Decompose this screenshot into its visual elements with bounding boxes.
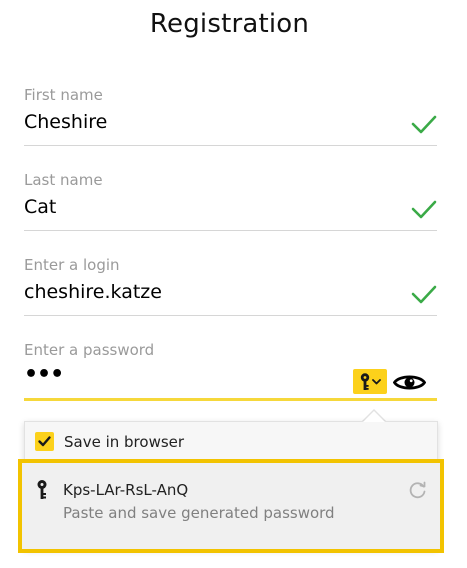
save-in-browser-checkbox[interactable]: [35, 432, 54, 451]
last-name-underline: [24, 230, 437, 231]
login-field[interactable]: Enter a login cheshire.katze: [24, 256, 437, 318]
save-in-browser-row[interactable]: Save in browser: [25, 422, 437, 461]
check-icon: [411, 200, 437, 219]
popup-arrow-fill: [363, 411, 385, 422]
last-name-label: Last name: [24, 171, 103, 189]
password-field[interactable]: Enter a password •••: [24, 341, 437, 403]
first-name-field[interactable]: First name Cheshire: [24, 86, 437, 148]
check-icon: [411, 285, 437, 304]
login-underline: [24, 315, 437, 316]
first-name-label: First name: [24, 86, 103, 104]
refresh-icon[interactable]: [408, 480, 428, 500]
login-label: Enter a login: [24, 256, 120, 274]
key-icon: [37, 480, 47, 499]
key-dropdown-icon: [360, 373, 381, 390]
first-name-underline: [24, 145, 437, 146]
generated-password-text: Kps-LAr-RsL-AnQ: [63, 481, 189, 499]
checkmark-icon: [38, 436, 51, 447]
password-underline-focused: [24, 398, 437, 401]
eye-icon[interactable]: [393, 372, 426, 393]
password-label: Enter a password: [24, 341, 155, 359]
password-input[interactable]: •••: [24, 364, 64, 386]
first-name-input[interactable]: Cheshire: [24, 111, 107, 133]
generated-password-option[interactable]: Kps-LAr-RsL-AnQ Paste and save generated…: [18, 459, 444, 553]
last-name-field[interactable]: Last name Cat: [24, 171, 437, 233]
page-title: Registration: [149, 9, 310, 39]
last-name-input[interactable]: Cat: [24, 196, 56, 218]
check-icon: [411, 115, 437, 134]
generated-password-hint: Paste and save generated password: [63, 504, 335, 522]
login-input[interactable]: cheshire.katze: [24, 281, 162, 303]
password-manager-button[interactable]: [353, 369, 387, 394]
save-in-browser-label: Save in browser: [64, 433, 185, 451]
